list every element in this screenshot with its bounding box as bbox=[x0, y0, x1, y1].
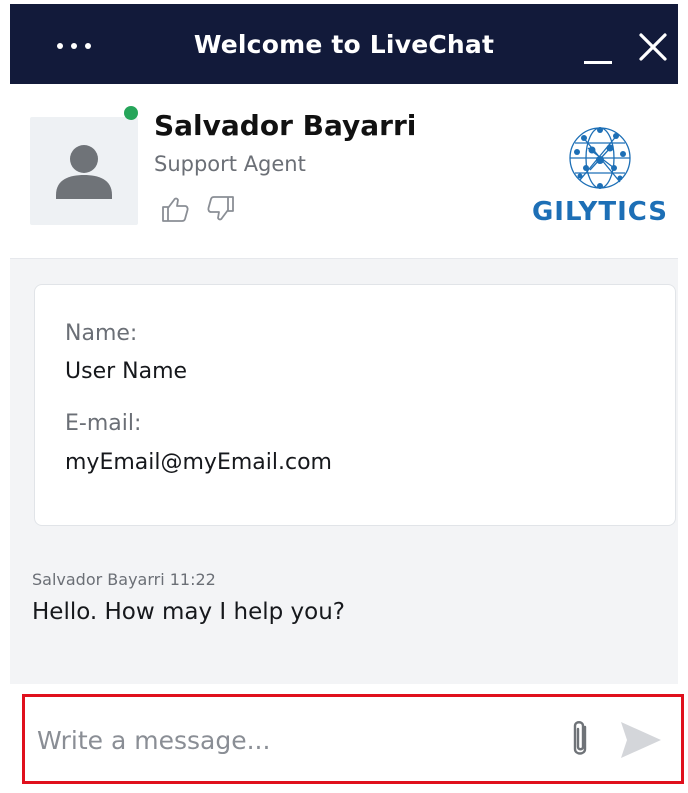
send-button[interactable] bbox=[617, 718, 665, 762]
paperclip-icon bbox=[573, 721, 587, 755]
user-silhouette-icon bbox=[56, 145, 112, 199]
email-label: E-mail: bbox=[65, 411, 142, 436]
close-icon bbox=[639, 33, 667, 61]
network-globe-icon bbox=[569, 127, 631, 189]
agent-name: Salvador Bayarri bbox=[154, 109, 417, 142]
attach-file-button[interactable] bbox=[563, 717, 597, 763]
message-text: Hello. How may I help you? bbox=[32, 599, 346, 625]
minimize-button[interactable] bbox=[574, 26, 620, 72]
message-meta: Salvador Bayarri 11:22 bbox=[32, 570, 216, 589]
thumbs-down-icon bbox=[207, 196, 234, 221]
company-logo: GILYTICS bbox=[522, 124, 678, 234]
close-button[interactable] bbox=[632, 26, 674, 68]
rate-bad-button[interactable] bbox=[204, 192, 238, 226]
online-status-dot bbox=[124, 106, 138, 120]
name-value: User Name bbox=[65, 359, 188, 384]
chat-transcript[interactable]: Name: User Name E-mail: myEmail@myEmail.… bbox=[10, 259, 678, 684]
agent-header: Salvador Bayarri Support Agent GILYTICS bbox=[10, 84, 678, 259]
avatar bbox=[30, 117, 138, 225]
send-icon bbox=[621, 722, 661, 758]
chat-window-header: Welcome to LiveChat bbox=[10, 4, 678, 84]
minimize-icon bbox=[584, 61, 612, 64]
name-label: Name: bbox=[65, 321, 138, 346]
rate-good-button[interactable] bbox=[158, 192, 192, 226]
thumbs-up-icon bbox=[162, 197, 189, 222]
agent-role: Support Agent bbox=[154, 152, 306, 176]
message-composer bbox=[22, 694, 684, 784]
message-input[interactable] bbox=[37, 715, 537, 765]
brand-name: GILYTICS bbox=[531, 197, 669, 227]
email-value: myEmail@myEmail.com bbox=[65, 450, 332, 475]
prechat-info-card: Name: User Name E-mail: myEmail@myEmail.… bbox=[34, 284, 676, 526]
